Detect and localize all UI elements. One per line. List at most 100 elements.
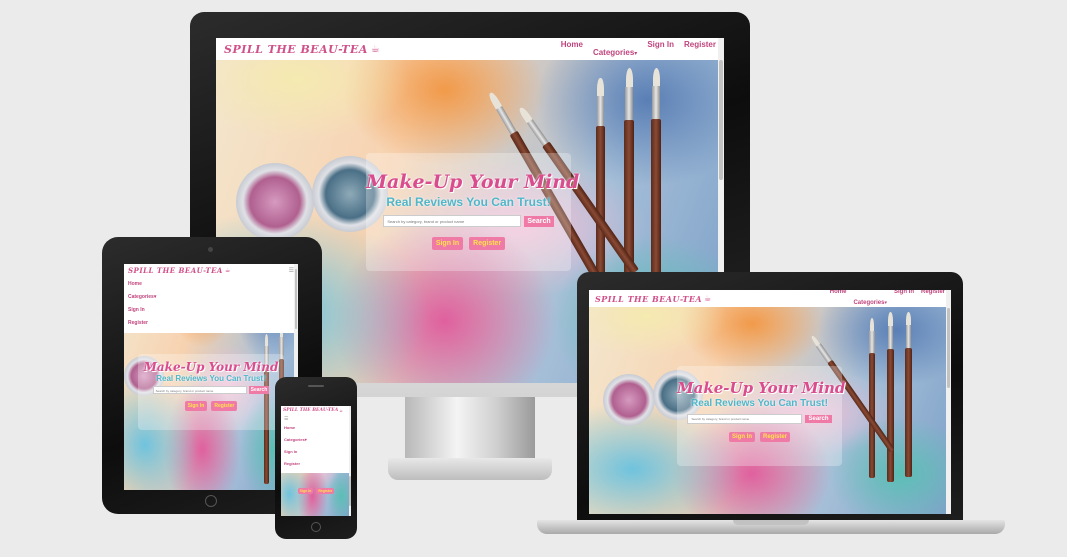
hero-title: Make-Up Your Mind — [143, 360, 279, 374]
chevron-down-icon: ▾ — [634, 49, 638, 57]
hero-subtitle: Real Reviews You Can Trust! — [386, 195, 551, 209]
search-input[interactable]: Search by category, brand or product nam… — [383, 215, 522, 227]
nav-sign-in[interactable]: Sign In — [128, 307, 294, 320]
pink-eyeshadow-pot — [236, 163, 314, 241]
teapot-icon: ☕ — [224, 267, 231, 274]
brand-name: SPILL THE BEAU-TEA — [283, 408, 339, 413]
hero-panel: Make-Up Your Mind Real Reviews You Can T… — [677, 366, 846, 466]
scrollbar[interactable] — [946, 290, 951, 514]
sign-in-button[interactable]: Sign In — [184, 401, 208, 411]
nav-categories[interactable]: Categories▾ — [853, 290, 887, 308]
sign-in-button[interactable]: Sign In — [297, 488, 314, 494]
scrollbar[interactable] — [349, 406, 351, 516]
hero-cta: Sign In Register — [366, 237, 571, 250]
phone-speaker — [308, 385, 324, 387]
laptop-screen: SPILL THE BEAU-TEA ☕ Home Categories▾ Si… — [589, 290, 951, 514]
laptop: SPILL THE BEAU-TEA ☕ Home Categories▾ Si… — [537, 272, 1005, 542]
hero-cta: Sign In Register — [677, 432, 842, 442]
nav-register[interactable]: Register — [284, 461, 348, 473]
navbar: SPILL THE BEAU-TEA ☕ — [281, 406, 351, 415]
nav-categories-label: Categories — [128, 294, 154, 300]
nav-home[interactable]: Home — [128, 281, 294, 294]
brand-name: SPILL THE BEAU-TEA — [224, 42, 368, 56]
nav-home[interactable]: Home — [830, 290, 847, 308]
nav-home[interactable]: Home — [284, 425, 348, 437]
nav-register[interactable]: Register — [684, 40, 716, 59]
brand-name: SPILL THE BEAU-TEA — [128, 266, 223, 275]
tablet-camera — [208, 247, 213, 252]
search-input[interactable]: Search by category, brand or product nam… — [687, 414, 803, 424]
hero-panel: Make-Up Your Mind Real Reviews You Can T… — [138, 354, 284, 430]
search-form: Search by category, brand or product nam… — [366, 215, 571, 227]
navbar: SPILL THE BEAU-TEA ☕ Home Categories▾ Si… — [216, 38, 724, 60]
phone-screen: SPILL THE BEAU-TEA ☕ ☰ Home Categories▾ … — [281, 406, 351, 516]
laptop-notch — [733, 520, 809, 525]
register-button[interactable]: Register — [211, 401, 238, 411]
hamburger-menu-icon[interactable]: ☰ — [284, 416, 348, 425]
search-button[interactable]: Search — [524, 215, 554, 227]
search-button[interactable]: Search — [805, 415, 832, 423]
navbar: SPILL THE BEAU-TEA ☕ Home Categories▾ Si… — [589, 290, 951, 307]
hero-subtitle: Real Reviews You Can Trust! — [156, 374, 266, 383]
nav-categories[interactable]: Categories▾ — [284, 437, 348, 449]
nav-sign-in[interactable]: Sign In — [647, 40, 674, 59]
mobile-menu: Home Categories▾ Sign In Register — [124, 277, 298, 333]
brand-logo[interactable]: SPILL THE BEAU-TEA ☕ — [283, 408, 343, 413]
makeup-brush — [905, 312, 912, 477]
hero-cta: Sign In Register — [281, 488, 351, 494]
register-button[interactable]: Register — [759, 432, 790, 442]
monitor-neck — [405, 397, 535, 459]
nav-sign-in[interactable]: Sign In — [894, 290, 914, 308]
hero-panel: Make-Up Your Mind Real Reviews You Can T… — [366, 153, 580, 271]
nav-categories-label: Categories — [853, 300, 885, 306]
mobile-menu: ☰ Home Categories▾ Sign In Register — [281, 415, 351, 473]
teapot-icon: ☕ — [704, 294, 712, 303]
hero-subtitle: Real Reviews You Can Trust! — [691, 398, 828, 409]
hero-title: Make-Up Your Mind — [677, 379, 846, 397]
register-button[interactable]: Register — [469, 237, 506, 250]
makeup-brush — [651, 68, 661, 298]
makeup-brush — [596, 78, 605, 298]
nav-categories[interactable]: Categories▾ — [593, 40, 637, 59]
chevron-down-icon: ▾ — [304, 437, 307, 442]
hero-title: Make-Up Your Mind — [366, 171, 580, 193]
register-button[interactable]: Register — [316, 488, 335, 494]
teapot-icon: ☕ — [339, 408, 343, 413]
search-form: Search by category, brand or product nam… — [677, 414, 842, 424]
search-input[interactable]: Search by category, brand or product nam… — [152, 386, 247, 394]
tablet-screen: SPILL THE BEAU-TEA ☕ ☰ Home Categories▾ … — [124, 264, 298, 490]
search-button[interactable]: Search — [248, 386, 270, 394]
nav-register[interactable]: Register — [921, 290, 945, 308]
nav-home[interactable]: Home — [561, 40, 583, 59]
hero-cta: Sign In Register — [138, 401, 284, 411]
scrollbar-thumb[interactable] — [947, 308, 950, 388]
nav-categories-label: Categories — [592, 47, 635, 57]
brand-logo[interactable]: SPILL THE BEAU-TEA ☕ — [224, 43, 380, 56]
nav-sign-in[interactable]: Sign In — [284, 449, 348, 461]
makeup-brush — [887, 312, 894, 482]
sign-in-button[interactable]: Sign In — [431, 237, 464, 250]
pink-eyeshadow-pot — [603, 374, 655, 426]
nav-links: Home Categories▾ Sign In Register — [830, 290, 945, 308]
chevron-down-icon: ▾ — [884, 300, 887, 306]
brand-name: SPILL THE BEAU-TEA — [595, 293, 703, 304]
sign-in-button[interactable]: Sign In — [728, 432, 755, 442]
chevron-down-icon: ▾ — [153, 294, 157, 300]
scrollbar-thumb[interactable] — [719, 60, 723, 180]
scrollbar-thumb[interactable] — [295, 269, 297, 329]
navbar: SPILL THE BEAU-TEA ☕ ☰ — [124, 264, 298, 277]
brand-logo[interactable]: SPILL THE BEAU-TEA ☕ — [128, 266, 230, 275]
phone: SPILL THE BEAU-TEA ☕ ☰ Home Categories▾ … — [275, 377, 357, 539]
brand-logo[interactable]: SPILL THE BEAU-TEA ☕ — [595, 294, 711, 304]
nav-links: Home Categories▾ Sign In Register — [561, 40, 716, 59]
search-form: Search by category, brand or product nam… — [138, 386, 284, 394]
home-button[interactable] — [205, 495, 217, 507]
makeup-brush — [869, 318, 875, 478]
scrollbar-thumb[interactable] — [349, 476, 351, 506]
home-button[interactable] — [311, 522, 321, 532]
teapot-icon: ☕ — [370, 43, 380, 55]
nav-register[interactable]: Register — [128, 320, 294, 333]
monitor-base — [388, 458, 552, 480]
nav-categories[interactable]: Categories▾ — [128, 294, 294, 307]
nav-categories-label: Categories — [284, 437, 305, 442]
